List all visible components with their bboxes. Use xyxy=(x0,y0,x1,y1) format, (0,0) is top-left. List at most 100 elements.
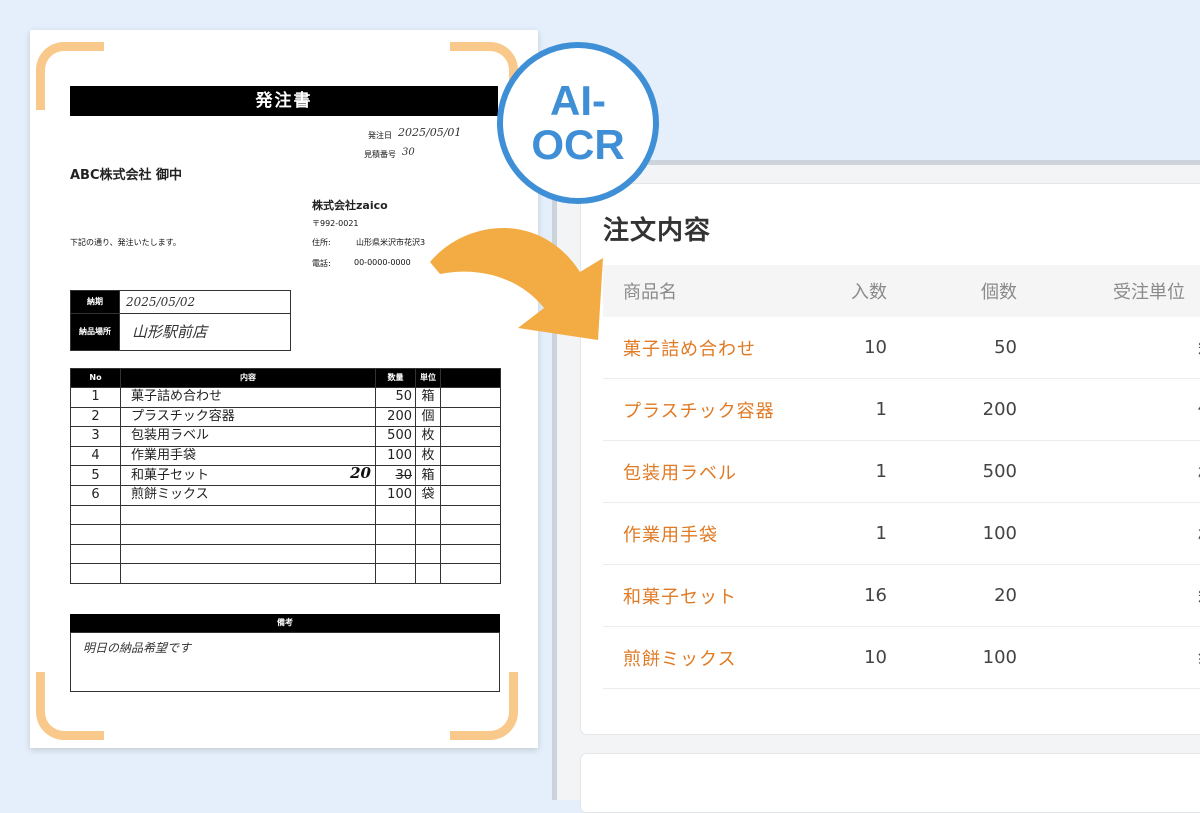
table-row-empty xyxy=(70,543,501,565)
no-header: No xyxy=(70,368,121,388)
iri-cell: 10 xyxy=(864,337,887,358)
table-row-empty xyxy=(70,563,501,584)
table-row: 1 菓子詰め合わせ 50 箱 xyxy=(70,387,501,408)
product-name-link[interactable]: 煎餅ミックス xyxy=(623,627,736,688)
item-unit: 枚 xyxy=(415,426,441,447)
quantity-cell: 100 xyxy=(982,523,1017,544)
table-row: 包装用ラベル 1 500 枚 xyxy=(603,441,1200,503)
delivery-due-value: 2025/05/02 xyxy=(119,290,291,314)
column-header-order-unit[interactable]: 受注単位 xyxy=(1113,265,1185,317)
iri-cell: 10 xyxy=(864,647,887,668)
quantity-cell: 500 xyxy=(982,461,1017,482)
delivery-due-label: 納期 xyxy=(70,290,120,314)
item-qty: 100 xyxy=(375,484,416,506)
phone-value: 00-0000-0000 xyxy=(354,258,411,267)
sender-postal-code: 〒992-0021 xyxy=(312,219,359,228)
table-row: 和菓子セット 16 20 箱 xyxy=(603,565,1200,627)
item-name: プラスチック容器 xyxy=(120,406,376,428)
secondary-card xyxy=(580,753,1200,813)
column-header-product-name[interactable]: 商品名 xyxy=(623,265,677,317)
table-row: 4 作業用手袋 100 枚 xyxy=(70,445,501,467)
quantity-cell: 100 xyxy=(982,647,1017,668)
item-qty: 100 xyxy=(375,445,416,467)
product-name-link[interactable]: 包装用ラベル xyxy=(623,441,737,502)
item-name-text: 和菓子セット xyxy=(131,467,210,483)
table-row-empty xyxy=(70,524,501,545)
estimate-number-label: 見積番号 xyxy=(364,150,396,159)
intro-text: 下記の通り、発注いたします。 xyxy=(70,238,181,247)
item-name: 包装用ラベル xyxy=(120,426,376,447)
order-table-header: 商品名 入数 個数 受注単位 xyxy=(603,265,1200,317)
product-name-link[interactable]: 作業用手袋 xyxy=(623,503,718,564)
product-name-link[interactable]: プラスチック容器 xyxy=(623,379,775,440)
item-no: 2 xyxy=(70,406,121,428)
iri-cell: 1 xyxy=(875,523,887,544)
quantity-cell: 50 xyxy=(994,337,1017,358)
order-items-table: No 内容 数量 単位 1 菓子詰め合わせ 50 箱 2 プラスチック容器 20… xyxy=(70,368,501,584)
iri-cell: 1 xyxy=(875,461,887,482)
order-date-label: 発注日 xyxy=(368,131,392,140)
quantity-cell: 200 xyxy=(982,399,1017,420)
document-title: 発注書 xyxy=(70,86,498,116)
delivery-info-table: 納期 2025/05/02 納品場所 山形駅前店 xyxy=(70,290,291,351)
qty-header: 数量 xyxy=(375,368,416,388)
unit-header: 単位 xyxy=(415,368,441,388)
ai-ocr-badge: AI- OCR xyxy=(497,42,659,204)
product-name-link[interactable]: 菓子詰め合わせ xyxy=(623,317,756,378)
item-qty: 50 xyxy=(375,387,416,408)
table-row: 煎餅ミックス 10 100 袋 xyxy=(603,627,1200,689)
table-row: 6 煎餅ミックス 100 袋 xyxy=(70,484,501,506)
remarks-value: 明日の納品希望です xyxy=(83,641,192,655)
estimate-number-value: 30 xyxy=(402,147,415,158)
address-label: 住所: xyxy=(312,238,331,247)
scan-frame-corner-top-left xyxy=(36,42,104,110)
product-name-link[interactable]: 和菓子セット xyxy=(623,565,737,626)
order-contents-card: 注文内容 商品名 入数 個数 受注単位 菓子詰め合わせ 10 50 箱 プラスチ… xyxy=(580,183,1200,735)
iri-cell: 16 xyxy=(864,585,887,606)
item-no: 3 xyxy=(70,426,121,447)
item-unit: 枚 xyxy=(415,445,441,467)
table-row: 作業用手袋 1 100 枚 xyxy=(603,503,1200,565)
scan-frame-corner-bottom-left xyxy=(36,672,104,740)
item-unit: 箱 xyxy=(415,465,441,486)
table-row: 3 包装用ラベル 500 枚 xyxy=(70,426,501,447)
content-header: 内容 xyxy=(120,368,376,388)
item-name: 和菓子セット 20 xyxy=(120,464,376,486)
address-value: 山形県米沢市花沢3 xyxy=(356,238,426,247)
item-unit: 箱 xyxy=(415,387,441,408)
item-qty: 200 xyxy=(375,406,416,428)
item-qty: 500 xyxy=(375,426,416,447)
column-header-iri[interactable]: 入数 xyxy=(851,265,887,317)
iri-cell: 1 xyxy=(875,399,887,420)
column-header-quantity[interactable]: 個数 xyxy=(981,265,1017,317)
table-row-empty xyxy=(70,504,501,526)
order-panel-window: 注文内容 商品名 入数 個数 受注単位 菓子詰め合わせ 10 50 箱 プラスチ… xyxy=(552,160,1200,813)
quantity-cell: 20 xyxy=(994,585,1017,606)
item-name: 作業用手袋 xyxy=(120,445,376,467)
item-unit: 袋 xyxy=(415,484,441,506)
phone-label: 電話: xyxy=(312,259,331,268)
item-name: 菓子詰め合わせ xyxy=(120,387,376,408)
item-no: 1 xyxy=(70,387,121,408)
order-date-value: 2025/05/01 xyxy=(398,126,462,139)
delivery-place-label: 納品場所 xyxy=(70,313,120,351)
scan-frame-corner-bottom-right xyxy=(450,672,518,740)
sender-company: 株式会社zaico xyxy=(312,199,388,212)
items-table-header: No 内容 数量 単位 xyxy=(70,368,501,388)
item-unit: 個 xyxy=(415,406,441,428)
badge-line-1: AI- xyxy=(550,77,606,124)
table-row: プラスチック容器 1 200 個 xyxy=(603,379,1200,441)
item-no: 5 xyxy=(70,465,121,486)
purchase-order-document: 発注書 発注日 2025/05/01 見積番号 30 ABC株式会社 御中 株式… xyxy=(30,30,538,748)
badge-line-2: OCR xyxy=(531,121,625,168)
conversion-arrow-icon xyxy=(430,228,603,340)
remarks-label: 備考 xyxy=(70,614,500,632)
delivery-place-value: 山形駅前店 xyxy=(119,313,291,351)
table-row: 5 和菓子セット 20 30 箱 xyxy=(70,464,501,486)
remarks-box: 明日の納品希望です xyxy=(70,632,500,692)
item-qty-struck: 30 xyxy=(375,465,416,486)
table-row: 菓子詰め合わせ 10 50 箱 xyxy=(603,317,1200,379)
handwritten-correction: 20 xyxy=(350,464,371,483)
item-no: 4 xyxy=(70,445,121,467)
table-row: 2 プラスチック容器 200 個 xyxy=(70,406,501,428)
